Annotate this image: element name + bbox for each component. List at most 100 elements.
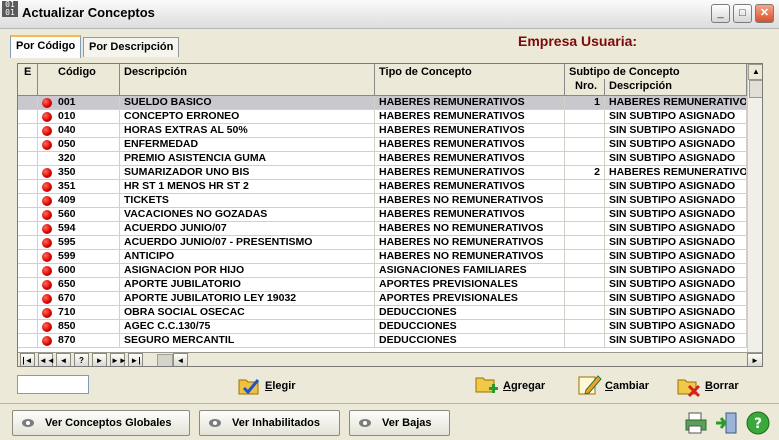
scroll-right-icon[interactable]: ► <box>747 353 762 366</box>
codigo-text: 710 <box>58 306 76 318</box>
nav-last-button[interactable]: ►| <box>128 353 143 366</box>
tipo-cell: DEDUCCIONES <box>375 320 565 334</box>
nro-cell <box>565 138 605 152</box>
table-row[interactable]: 001 SUELDO BASICO HABERES REMUNERATIVOS 1 HA… <box>18 96 747 110</box>
row-e-cell <box>18 124 38 138</box>
tab-por-descripcion[interactable]: Por Descripción <box>83 37 180 57</box>
table-row[interactable]: 350 SUMARIZADOR UNO BIS HABERES REMUNERATI… <box>18 166 747 180</box>
nav-prev-button[interactable]: ◄ <box>56 353 71 366</box>
nav-next-page-button[interactable]: ►► <box>110 353 127 366</box>
table-row[interactable]: 710 OBRA SOCIAL OSECAC DEDUCCIONES SIN SUBT… <box>18 306 747 320</box>
conceptos-grid[interactable]: E Código Descripción Tipo de Concepto Su… <box>17 63 763 367</box>
codigo-text: 599 <box>58 250 76 262</box>
codigo-cell: 320 <box>38 152 120 166</box>
table-row[interactable]: 050 ENFERMEDAD HABERES REMUNERATIVOS SIN SU… <box>18 138 747 152</box>
subtipo-descripcion-cell: SIN SUBTIPO ASIGNADO <box>605 110 747 124</box>
ver-conceptos-globales-label: Ver Conceptos Globales <box>45 417 172 429</box>
exit-door-icon[interactable] <box>714 410 740 436</box>
subtipo-descripcion-cell: SIN SUBTIPO ASIGNADO <box>605 278 747 292</box>
descripcion-cell: PREMIO ASISTENCIA GUMA <box>120 152 375 166</box>
codigo-text: 670 <box>58 292 76 304</box>
nro-cell <box>565 236 605 250</box>
subtipo-descripcion-cell: SIN SUBTIPO ASIGNADO <box>605 306 747 320</box>
cambiar-label: Cambiar <box>605 380 650 392</box>
codigo-text: 409 <box>58 194 76 206</box>
close-button[interactable]: ✕ <box>755 4 774 23</box>
search-input[interactable] <box>17 375 89 394</box>
codigo-text: 040 <box>58 124 76 136</box>
subtipo-descripcion-cell: SIN SUBTIPO ASIGNADO <box>605 180 747 194</box>
row-e-cell <box>18 306 38 320</box>
table-row[interactable]: 870 SEGURO MERCANTIL DEDUCCIONES SIN SUBTIP… <box>18 334 747 348</box>
agregar-button[interactable]: Agregar <box>474 372 554 398</box>
codigo-text: 001 <box>58 96 76 108</box>
table-row[interactable]: 351 HR ST 1 MENOS HR ST 2 HABERES REMUNERA… <box>18 180 747 194</box>
ver-conceptos-globales-button[interactable]: Ver Conceptos Globales <box>12 410 190 436</box>
codigo-text: 351 <box>58 180 76 192</box>
tab-por-codigo[interactable]: Por Código <box>10 35 82 58</box>
codigo-cell: 650 <box>38 278 120 292</box>
table-row[interactable]: 320 PREMIO ASISTENCIA GUMA HABERES REMUNER… <box>18 152 747 166</box>
subtipo-descripcion-cell: SIN SUBTIPO ASIGNADO <box>605 292 747 306</box>
row-e-cell <box>18 166 38 180</box>
status-dot-icon <box>42 168 52 178</box>
subtipo-descripcion-cell: SIN SUBTIPO ASIGNADO <box>605 124 747 138</box>
column-header-descripcion[interactable]: Descripción <box>120 64 375 96</box>
nav-next-button[interactable]: ► <box>92 353 107 366</box>
table-row[interactable]: 010 CONCEPTO ERRONEO HABERES REMUNERATIVOS… <box>18 110 747 124</box>
column-header-nro[interactable]: Nro. <box>565 79 605 96</box>
vertical-scrollbar[interactable]: ▲ <box>747 64 762 352</box>
scroll-left-icon[interactable]: ◄ <box>173 353 188 366</box>
nro-cell <box>565 292 605 306</box>
borrar-label: Borrar <box>705 380 739 392</box>
scroll-up-icon[interactable]: ▲ <box>748 64 762 80</box>
nav-prev-page-button[interactable]: ◄◄ <box>38 353 55 366</box>
minimize-button[interactable]: _ <box>711 4 730 23</box>
status-dot-icon <box>42 280 52 290</box>
tipo-cell: HABERES REMUNERATIVOS <box>375 110 565 124</box>
descripcion-cell: OBRA SOCIAL OSECAC <box>120 306 375 320</box>
tipo-cell: HABERES NO REMUNERATIVOS <box>375 194 565 208</box>
table-row[interactable]: 650 APORTE JUBILATORIO APORTES PREVISIONAL… <box>18 278 747 292</box>
subtipo-descripcion-cell: SIN SUBTIPO ASIGNADO <box>605 334 747 348</box>
print-icon[interactable] <box>683 410 709 436</box>
table-row[interactable]: 560 VACACIONES NO GOZADAS HABERES REMUNERA… <box>18 208 747 222</box>
nro-cell <box>565 152 605 166</box>
table-row[interactable]: 850 AGEC C.C.130/75 DEDUCCIONES SIN SUBTIPO… <box>18 320 747 334</box>
codigo-cell: 710 <box>38 306 120 320</box>
codigo-cell: 600 <box>38 264 120 278</box>
nro-cell <box>565 320 605 334</box>
table-row[interactable]: 594 ACUERDO JUNIO/07 HABERES NO REMUNERATI… <box>18 222 747 236</box>
codigo-text: 650 <box>58 278 76 290</box>
horizontal-scroll-thumb[interactable] <box>157 354 173 366</box>
row-e-cell <box>18 180 38 194</box>
scroll-thumb[interactable] <box>749 80 762 98</box>
help-icon[interactable]: ? <box>745 410 771 436</box>
ver-bajas-button[interactable]: Ver Bajas <box>349 410 450 436</box>
borrar-button[interactable]: Borrar <box>676 372 746 398</box>
nav-search-button[interactable]: ? <box>74 353 89 366</box>
column-header-e[interactable]: E <box>18 64 38 96</box>
ver-inhabilitados-button[interactable]: Ver Inhabilitados <box>199 410 340 436</box>
elegir-button[interactable]: Elegir <box>236 372 306 398</box>
table-row[interactable]: 409 TICKETS HABERES NO REMUNERATIVOS SIN SU… <box>18 194 747 208</box>
table-row[interactable]: 595 ACUERDO JUNIO/07 - PRESENTISMO HABERES… <box>18 236 747 250</box>
empresa-usuaria-label: Empresa Usuaria: <box>518 33 638 49</box>
status-dot-icon <box>42 266 52 276</box>
nro-cell <box>565 278 605 292</box>
table-row[interactable]: 600 ASIGNACION POR HIJO ASIGNACIONES FAMIL… <box>18 264 747 278</box>
column-header-tipo[interactable]: Tipo de Concepto <box>375 64 565 96</box>
table-row[interactable]: 670 APORTE JUBILATORIO LEY 19032 APORTES P… <box>18 292 747 306</box>
row-e-cell <box>18 152 38 166</box>
nro-cell: 1 <box>565 96 605 110</box>
status-dot-icon <box>42 252 52 262</box>
column-header-sub-descripcion[interactable]: Descripción <box>605 79 747 96</box>
tipo-cell: HABERES REMUNERATIVOS <box>375 208 565 222</box>
row-e-cell <box>18 236 38 250</box>
nav-first-button[interactable]: |◄ <box>20 353 35 366</box>
column-header-codigo[interactable]: Código <box>38 64 120 96</box>
cambiar-button[interactable]: Cambiar <box>576 372 656 398</box>
table-row[interactable]: 040 HORAS EXTRAS AL 50% HABERES REMUNERATI… <box>18 124 747 138</box>
maximize-button[interactable]: □ <box>733 4 752 23</box>
table-row[interactable]: 599 ANTICIPO HABERES NO REMUNERATIVOS SIN S… <box>18 250 747 264</box>
